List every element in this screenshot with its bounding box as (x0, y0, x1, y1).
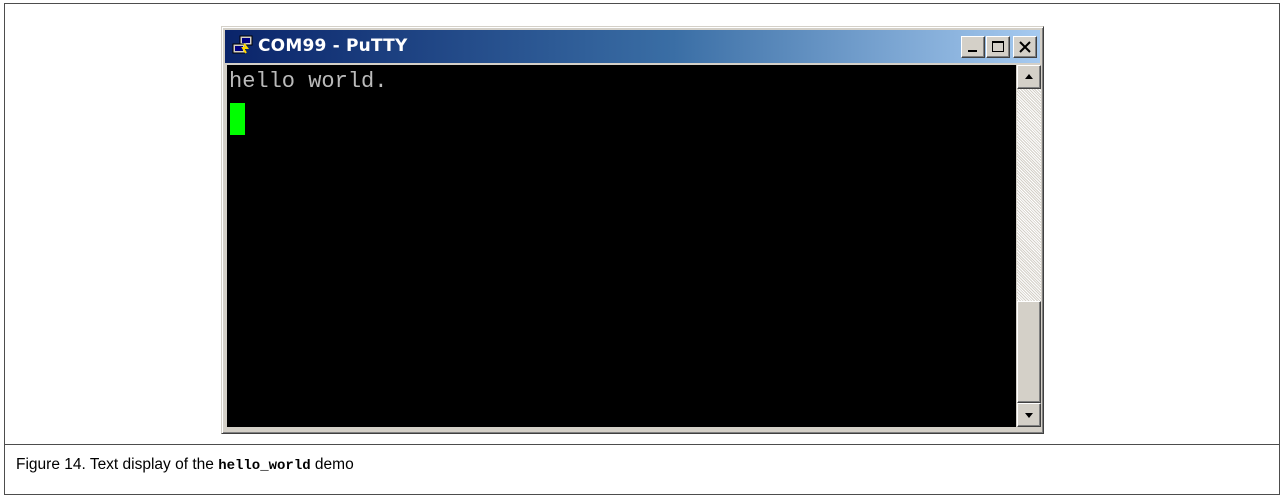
caption-suffix: demo (310, 456, 354, 473)
putty-window[interactable]: COM99 - PuTTY hello world. (221, 26, 1044, 434)
putty-icon[interactable] (232, 35, 254, 57)
scroll-thumb[interactable] (1017, 301, 1041, 403)
window-title: COM99 - PuTTY (258, 36, 408, 56)
scroll-up-button[interactable] (1017, 65, 1041, 89)
terminal-area[interactable]: hello world. (227, 65, 1016, 427)
arrow-up-icon (1025, 74, 1033, 79)
title-bar[interactable]: COM99 - PuTTY (225, 30, 1040, 63)
arrow-down-icon (1025, 413, 1033, 418)
minimize-icon (968, 50, 977, 52)
figure-divider (5, 444, 1279, 445)
maximize-button[interactable] (986, 36, 1010, 58)
caption-code: hello_world (218, 458, 311, 474)
close-icon (1019, 41, 1031, 53)
terminal-cursor (230, 103, 245, 135)
maximize-icon (992, 41, 1004, 52)
minimize-button[interactable] (961, 36, 985, 58)
figure-caption: Figure 14. Text display of the hello_wor… (16, 456, 354, 474)
vertical-scrollbar[interactable] (1017, 65, 1041, 427)
scroll-down-button[interactable] (1017, 403, 1041, 427)
terminal-line: hello world. (229, 69, 388, 94)
caption-prefix: Figure 14. Text display of the (16, 456, 219, 473)
close-button[interactable] (1013, 36, 1037, 58)
